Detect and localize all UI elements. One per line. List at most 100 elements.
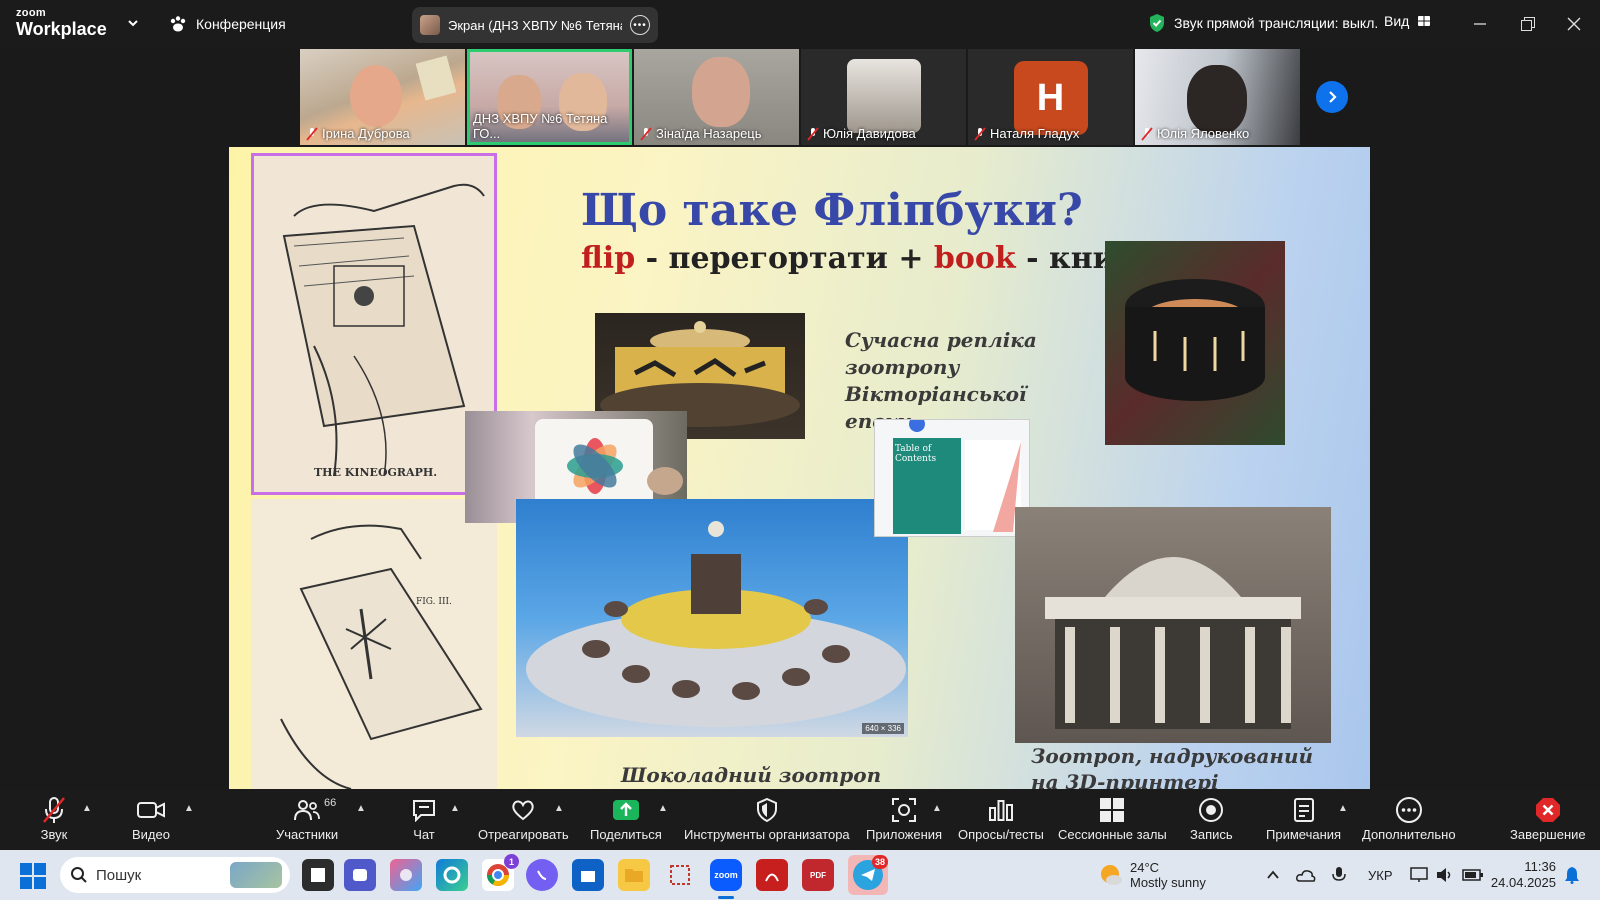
- onedrive-status[interactable]: [1296, 850, 1316, 900]
- zoom-app[interactable]: zoom: [710, 859, 742, 891]
- chocolate-zoetrope-photo: 640 × 336: [516, 499, 908, 737]
- copilot-app[interactable]: [390, 859, 422, 891]
- share-caret-icon[interactable]: ▲: [658, 803, 668, 814]
- language-indicator[interactable]: УКР: [1368, 850, 1393, 900]
- speaker-icon: [1437, 868, 1451, 882]
- apps-caret-icon[interactable]: ▲: [932, 803, 942, 814]
- video-caret-icon[interactable]: ▲: [184, 803, 194, 814]
- snipping-tool-app[interactable]: [664, 859, 696, 891]
- more-options-icon[interactable]: •••: [630, 15, 650, 35]
- conference-menu[interactable]: Конференция: [168, 14, 286, 34]
- participant-name: Ірина Дуброва: [322, 126, 410, 141]
- bar-chart-icon: [988, 800, 1013, 821]
- host-tools-button[interactable]: Инструменты организатора: [684, 795, 850, 842]
- record-button[interactable]: Запись: [1190, 795, 1233, 842]
- gallery-next-button[interactable]: [1316, 81, 1348, 113]
- edge-icon: [443, 866, 461, 884]
- close-button[interactable]: [1562, 12, 1586, 36]
- breakout-rooms-button[interactable]: Сессионные залы: [1058, 795, 1167, 842]
- video-button[interactable]: Видео: [132, 795, 170, 842]
- mic-off-icon: [1141, 126, 1153, 141]
- cloud-icon: [1296, 870, 1316, 882]
- microphone-status[interactable]: [1332, 850, 1346, 900]
- share-button[interactable]: Поделиться: [590, 795, 662, 842]
- telegram-icon: [861, 869, 875, 881]
- chocolate-zoetrope-drawing: [526, 521, 906, 727]
- teams-app[interactable]: [344, 859, 376, 891]
- language-label: УКР: [1368, 867, 1393, 883]
- viber-app[interactable]: [526, 859, 558, 891]
- audio-button[interactable]: Звук: [38, 795, 70, 842]
- chat-icon: [413, 800, 435, 822]
- task-view-app[interactable]: [302, 859, 334, 891]
- acrobat-app[interactable]: [756, 859, 788, 891]
- notification-center[interactable]: [1564, 850, 1580, 900]
- chevron-down-icon[interactable]: [126, 16, 140, 30]
- fig-iii-illustration: FIG. III.: [251, 499, 497, 789]
- badge-dot-icon: [909, 420, 925, 432]
- show-hidden-icons[interactable]: [1266, 850, 1280, 900]
- close-icon: [1567, 17, 1581, 31]
- participants-caret-icon[interactable]: ▲: [356, 803, 366, 814]
- store-app[interactable]: [572, 859, 604, 891]
- more-label: Дополнительно: [1362, 827, 1456, 842]
- slide-title: Що таке Фліпбуки?: [581, 185, 1083, 236]
- end-meeting-button[interactable]: Завершение: [1510, 795, 1586, 842]
- participant-video: [350, 65, 402, 127]
- start-button[interactable]: [20, 863, 46, 894]
- audio-caret-icon[interactable]: ▲: [82, 803, 92, 814]
- participant-name: ДНЗ ХВПУ №6 Тетяна ГО...: [473, 111, 608, 141]
- participant-tile[interactable]: Ірина Дуброва: [300, 49, 465, 145]
- restore-icon: [1521, 17, 1535, 31]
- telegram-app[interactable]: 38: [848, 855, 888, 895]
- view-label: Вид: [1384, 13, 1410, 29]
- react-caret-icon[interactable]: ▲: [554, 803, 564, 814]
- participant-tile[interactable]: H Наталя Гладух: [968, 49, 1133, 145]
- breakout-rooms-label: Сессионные залы: [1058, 827, 1167, 842]
- volume-status[interactable]: [1436, 850, 1454, 900]
- view-button[interactable]: Вид: [1384, 13, 1431, 29]
- notes-button[interactable]: Примечания: [1266, 795, 1341, 842]
- heart-icon: [512, 800, 535, 821]
- apps-button[interactable]: Приложения: [866, 795, 942, 842]
- shield-icon: [756, 798, 777, 822]
- participant-video: [1187, 65, 1247, 135]
- record-icon: [1199, 798, 1224, 822]
- participant-tile[interactable]: Зінаїда Назарець: [634, 49, 799, 145]
- battery-icon: [1462, 869, 1483, 881]
- folder-icon: [625, 869, 643, 882]
- more-button[interactable]: Дополнительно: [1362, 795, 1456, 842]
- edge-app[interactable]: [436, 859, 468, 891]
- minimize-button[interactable]: [1468, 12, 1492, 36]
- sun-cloud-icon: [1101, 865, 1122, 885]
- polls-button[interactable]: Опросы/тесты: [958, 795, 1044, 842]
- network-status[interactable]: [1410, 850, 1430, 900]
- share-label: Поделиться: [590, 827, 662, 842]
- camera-icon: [136, 802, 165, 818]
- notes-caret-icon[interactable]: ▲: [1338, 803, 1348, 814]
- explorer-app[interactable]: [618, 859, 650, 891]
- title-bar: zoom Workplace Конференция Экран (ДНЗ ХВ…: [0, 0, 1600, 48]
- weather-widget[interactable]: 24°C Mostly sunny: [1098, 850, 1206, 900]
- pdf-app[interactable]: PDF: [802, 859, 834, 891]
- restore-button[interactable]: [1516, 12, 1540, 36]
- screen-share-label: Экран (ДНЗ ХВПУ №6 Тетяна Го: [448, 17, 622, 33]
- screen-share-pill[interactable]: Экран (ДНЗ ХВПУ №6 Тетяна Го •••: [412, 7, 658, 43]
- participant-name: Юлія Давидова: [823, 126, 916, 141]
- apps-icon: [892, 798, 917, 822]
- battery-status[interactable]: [1462, 850, 1484, 900]
- acrobat-icon: [765, 873, 779, 882]
- participant-tile-active[interactable]: ДНЗ ХВПУ №6 Тетяна ГО...: [467, 49, 632, 145]
- chat-caret-icon[interactable]: ▲: [450, 803, 460, 814]
- weather-desc: Mostly sunny: [1130, 875, 1206, 890]
- live-sound-status[interactable]: Звук прямой трансляции: выкл.: [1148, 13, 1378, 33]
- chrome-app[interactable]: 1: [482, 854, 519, 891]
- shield-check-icon: [1150, 14, 1164, 32]
- chevron-up-icon: [1267, 870, 1279, 879]
- participant-tile[interactable]: Юлія Давидова: [801, 49, 966, 145]
- clock[interactable]: 11:36 24.04.2025: [1491, 850, 1556, 900]
- participant-tile[interactable]: Юлія Яловенко: [1135, 49, 1300, 145]
- taskbar-search[interactable]: Пошук: [60, 857, 290, 893]
- meeting-toolbar: Звук ▲ Видео ▲ Участники 66 ▲ Чат ▲ Отре…: [0, 789, 1600, 850]
- chat-button[interactable]: Чат: [408, 795, 440, 842]
